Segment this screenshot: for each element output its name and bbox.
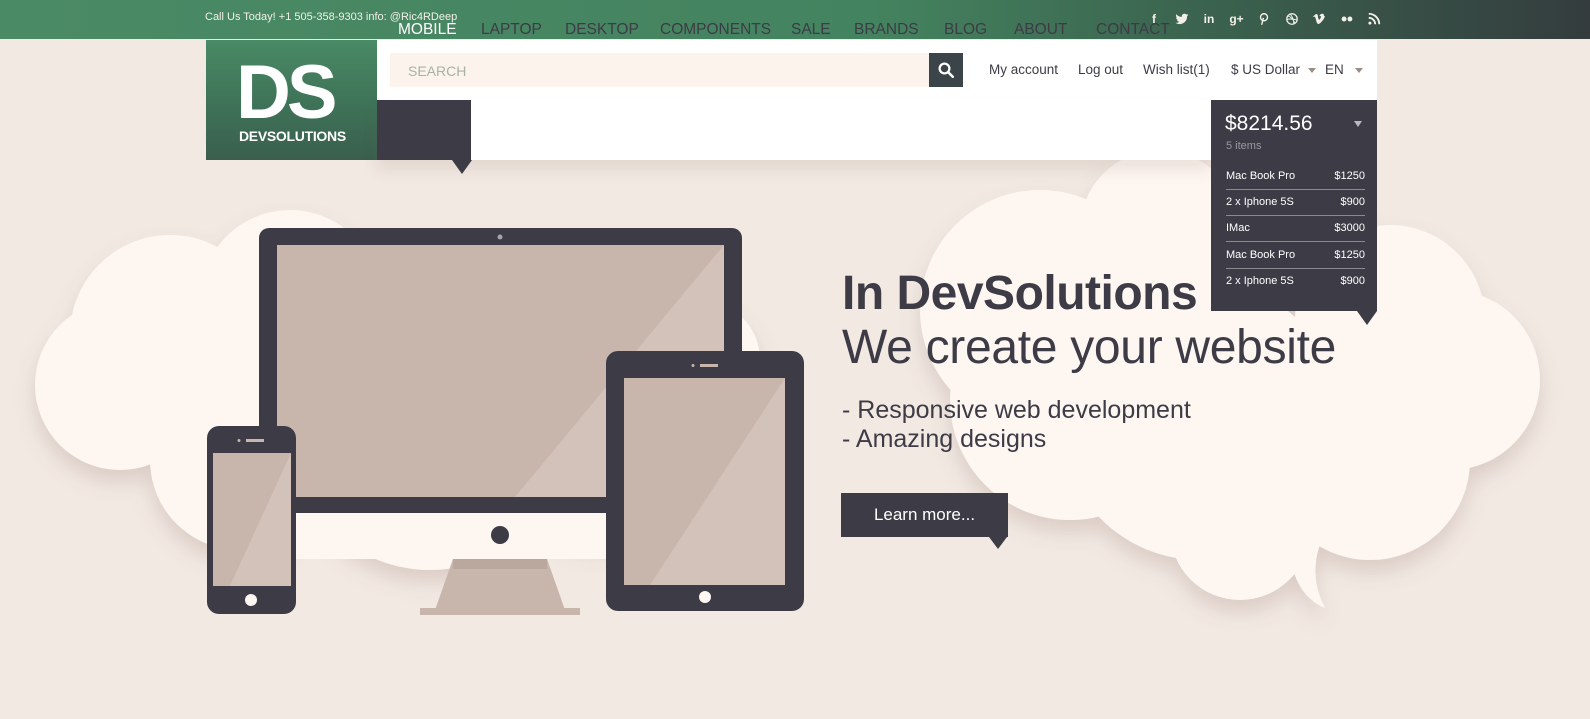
nav-active-indicator (377, 100, 471, 160)
cart-item-name: Mac Book Pro (1226, 249, 1296, 261)
logout-link[interactable]: Log out (1078, 62, 1123, 77)
phone-illustration (207, 426, 296, 614)
nav-item-mobile[interactable]: MOBILE (398, 0, 457, 60)
cart-item-price: $3000 (1334, 222, 1365, 234)
cart-item-name: Mac Book Pro (1226, 170, 1296, 182)
hero-feature: - Responsive web development (842, 396, 1191, 424)
nav-item-brands[interactable]: BRANDS (854, 0, 919, 60)
cart-item-price: $1250 (1334, 170, 1365, 182)
chevron-down-icon (1354, 67, 1363, 73)
rss-icon[interactable] (1365, 11, 1383, 27)
cart-total: $8214.56 (1225, 112, 1313, 135)
site-logo[interactable]: DS DEVSOLUTIONS (206, 40, 377, 160)
cart-item-price: $900 (1340, 275, 1365, 287)
flickr-icon[interactable] (1338, 11, 1356, 27)
cart-item[interactable]: Mac Book Pro $1250 (1226, 242, 1365, 269)
dribbble-icon[interactable] (1283, 11, 1301, 27)
social-links: f in g+ (1145, 11, 1393, 27)
linkedin-icon[interactable]: in (1200, 11, 1218, 27)
search-icon (938, 62, 955, 79)
cart-item[interactable]: IMac $3000 (1226, 215, 1365, 242)
google-plus-icon[interactable]: g+ (1228, 11, 1246, 27)
cart-item-name: 2 x Iphone 5S (1226, 196, 1294, 208)
logo-wordmark: DEVSOLUTIONS (239, 128, 346, 144)
cart-item[interactable]: Mac Book Pro $1250 (1226, 163, 1365, 190)
nav-item-sale[interactable]: SALE (791, 0, 831, 60)
cart-item-name: 2 x Iphone 5S (1226, 275, 1294, 287)
nav-item-laptop[interactable]: LAPTOP (481, 0, 542, 60)
search-input[interactable] (390, 53, 910, 89)
tablet-illustration (606, 351, 804, 611)
nav-item-components[interactable]: COMPONENTS (660, 0, 771, 60)
nav-item-about[interactable]: ABOUT (1014, 0, 1067, 60)
nav-item-blog[interactable]: BLOG (944, 0, 987, 60)
cart-item-count: 5 items (1226, 140, 1262, 152)
chevron-down-icon[interactable] (1354, 121, 1362, 127)
language-label: EN (1325, 62, 1344, 77)
cart-item[interactable]: 2 x Iphone 5S $900 (1226, 268, 1365, 294)
learn-more-button[interactable]: Learn more... (841, 493, 1008, 537)
currency-label: $ US Dollar (1231, 62, 1301, 77)
twitter-icon[interactable] (1173, 11, 1191, 27)
cart-item[interactable]: 2 x Iphone 5S $900 (1226, 189, 1365, 216)
nav-item-contact[interactable]: CONTACT (1096, 0, 1170, 60)
chevron-down-icon (1307, 67, 1316, 73)
pinterest-icon[interactable] (1255, 11, 1273, 27)
cart-item-price: $1250 (1334, 249, 1365, 261)
logo-mark: DS (236, 50, 338, 135)
cart-item-name: IMac (1226, 222, 1250, 234)
vimeo-icon[interactable] (1310, 11, 1328, 27)
wishlist-link[interactable]: Wish list(1) (1143, 62, 1210, 77)
hero-title: In DevSolutions (842, 267, 1198, 320)
cart-pointer (1357, 311, 1377, 325)
nav-active-pointer (452, 160, 472, 174)
hero-subtitle: We create your website (842, 321, 1337, 374)
hero-feature: - Amazing designs (842, 425, 1047, 453)
cart-item-price: $900 (1340, 196, 1365, 208)
nav-item-desktop[interactable]: DESKTOP (565, 0, 639, 60)
cart-dropdown[interactable]: $8214.56 5 items Mac Book Pro $1250 2 x … (1211, 100, 1377, 311)
language-select[interactable]: EN (1325, 62, 1363, 77)
my-account-link[interactable]: My account (989, 62, 1058, 77)
main-nav (377, 100, 1211, 160)
learn-more-pointer (989, 537, 1007, 549)
currency-select[interactable]: $ US Dollar (1231, 62, 1316, 77)
